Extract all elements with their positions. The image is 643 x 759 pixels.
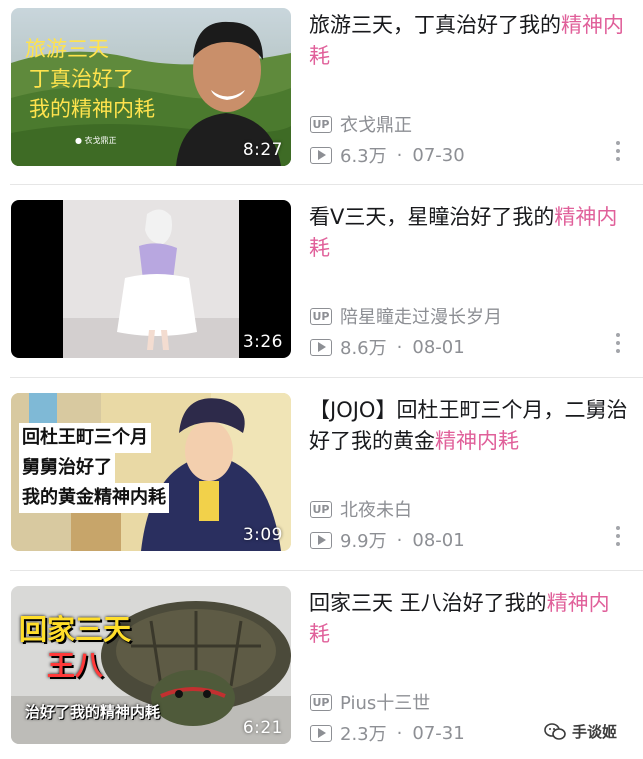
video-duration: 3:26: [242, 332, 283, 352]
more-vertical-icon[interactable]: [614, 141, 622, 161]
stats-row: 9.9万 · 08-01: [310, 527, 465, 553]
up-badge-icon: UP: [310, 500, 332, 518]
video-duration: 3:09: [242, 525, 283, 545]
up-badge-icon: UP: [310, 693, 332, 711]
video-thumbnail[interactable]: 3:26: [11, 200, 291, 358]
video-card[interactable]: 旅游三天 丁真治好了 我的精神内耗 ● 衣戈鼎正 8:27 旅游三天，丁真治好了…: [0, 8, 643, 178]
uploader-row[interactable]: UP 衣戈鼎正: [310, 111, 412, 137]
separator: ·: [396, 336, 403, 358]
thumbnail-overlay-text: 回杜王町三个月 舅舅治好了 我的黄金精神内耗: [19, 423, 169, 513]
uploader-row[interactable]: UP Pius十三世: [310, 689, 430, 715]
separator: ·: [396, 529, 403, 551]
upload-date: 08-01: [412, 529, 465, 551]
upload-date: 07-31: [412, 722, 465, 744]
view-count: 6.3万: [340, 146, 387, 167]
more-vertical-icon[interactable]: [614, 526, 622, 546]
view-count: 2.3万: [340, 724, 387, 745]
stats-row: 8.6万 · 08-01: [310, 334, 465, 360]
video-thumbnail[interactable]: 旅游三天 丁真治好了 我的精神内耗 ● 衣戈鼎正 8:27: [11, 8, 291, 166]
watermark-text: 手谈姬: [572, 723, 618, 741]
stats-row: 2.3万 · 07-31: [310, 720, 465, 746]
uploader-name[interactable]: 衣戈鼎正: [340, 111, 412, 137]
divider: [10, 570, 643, 571]
watermark: 手谈姬: [544, 721, 617, 742]
video-card[interactable]: 回杜王町三个月 舅舅治好了 我的黄金精神内耗 3:09 【JOJO】回杜王町三个…: [0, 393, 643, 563]
divider: [10, 377, 643, 378]
video-title[interactable]: 【JOJO】回杜王町三个月，二舅治好了我的黄金精神内耗: [309, 395, 629, 457]
video-thumbnail[interactable]: 回家三天 王八 治好了我的精神内耗 6:21: [11, 586, 291, 744]
video-thumbnail[interactable]: 回杜王町三个月 舅舅治好了 我的黄金精神内耗 3:09: [11, 393, 291, 551]
thumbnail-overlay-text: 回家三天 王八: [19, 613, 132, 682]
view-count: 9.9万: [340, 531, 387, 552]
wechat-icon: [544, 722, 566, 740]
upload-date: 07-30: [412, 144, 465, 166]
video-title[interactable]: 回家三天 王八治好了我的精神内耗: [309, 588, 629, 650]
uploader-name[interactable]: Pius十三世: [340, 689, 430, 715]
play-count-icon: [310, 724, 332, 742]
uploader-name[interactable]: 陪星瞳走过漫长岁月: [340, 303, 502, 329]
uploader-row[interactable]: UP 北夜未白: [310, 496, 412, 522]
video-duration: 6:21: [242, 718, 283, 738]
stats-row: 6.3万 · 07-30: [310, 142, 465, 168]
view-count: 8.6万: [340, 338, 387, 359]
thumbnail-overlay-subtext: 治好了我的精神内耗: [25, 703, 161, 721]
video-title[interactable]: 看V三天，星瞳治好了我的精神内耗: [309, 202, 629, 264]
video-title[interactable]: 旅游三天，丁真治好了我的精神内耗: [309, 10, 629, 72]
play-count-icon: [310, 146, 332, 164]
more-vertical-icon[interactable]: [614, 333, 622, 353]
upload-date: 08-01: [412, 336, 465, 358]
divider: [10, 184, 643, 185]
separator: ·: [396, 144, 403, 166]
uploader-name[interactable]: 北夜未白: [340, 496, 412, 522]
up-badge-icon: UP: [310, 115, 332, 133]
video-card[interactable]: 3:26 看V三天，星瞳治好了我的精神内耗 UP 陪星瞳走过漫长岁月 8.6万 …: [0, 200, 643, 370]
up-badge-icon: UP: [310, 307, 332, 325]
play-count-icon: [310, 338, 332, 356]
uploader-row[interactable]: UP 陪星瞳走过漫长岁月: [310, 303, 502, 329]
thumbnail-caption: ● 衣戈鼎正: [75, 136, 117, 145]
thumbnail-overlay-text: 旅游三天 丁真治好了 我的精神内耗: [25, 37, 155, 121]
separator: ·: [396, 722, 403, 744]
video-duration: 8:27: [242, 140, 283, 160]
play-count-icon: [310, 531, 332, 549]
